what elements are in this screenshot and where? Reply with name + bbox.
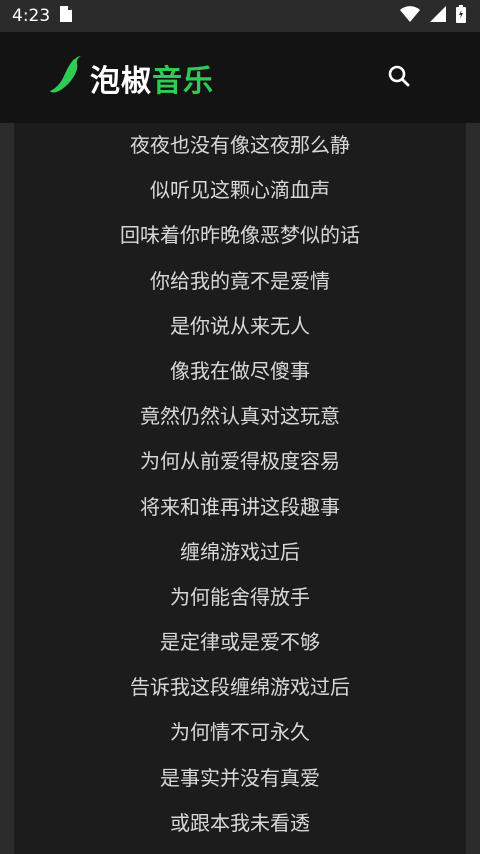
lyric-line: 为何能舍得放手 xyxy=(170,584,310,609)
lyrics-list: 夜夜也没有像这夜那么静 似听见这颗心滴血声回味着你昨晚像恶梦似的话 你给我的竟不是爱… xyxy=(14,123,466,854)
search-button[interactable] xyxy=(382,61,416,95)
signal-icon xyxy=(430,6,446,26)
battery-icon xyxy=(456,5,466,27)
lyric-line: 缠绵游戏过后 xyxy=(180,539,300,564)
brand-name-part1: 泡椒 xyxy=(90,63,152,99)
lyric-line: 竟然仍然认真对这玩意 xyxy=(140,404,340,429)
content-area: 夜夜也没有像这夜那么静 似听见这颗心滴血声回味着你昨晚像恶梦似的话 你给我的竟不是爱… xyxy=(0,123,480,854)
lyrics-panel[interactable]: 夜夜也没有像这夜那么静 似听见这颗心滴血声回味着你昨晚像恶梦似的话 你给我的竟不是爱… xyxy=(14,123,466,854)
lyric-line: 或跟本我未看透 xyxy=(170,810,310,835)
lyric-line: 你给我的竟不是爱情 xyxy=(150,268,330,293)
app-bar: 泡椒音乐 xyxy=(0,32,480,123)
chili-pepper-icon xyxy=(48,55,84,101)
lyric-line: 夜夜也没有像这夜那么静 xyxy=(130,133,350,157)
lyric-line: 为何情不可永久 xyxy=(170,720,310,745)
brand-logo[interactable]: 泡椒音乐 xyxy=(48,55,214,101)
wifi-icon xyxy=(400,6,420,26)
lyric-line: 将来和谁再讲这段趣事 xyxy=(140,494,340,519)
lyric-line: 是你说从来无人 xyxy=(170,313,310,338)
status-right xyxy=(400,5,466,27)
lyric-line: 是定律或是爱不够 xyxy=(160,630,320,655)
lyric-line: 何详得从前持久 xyxy=(14,846,466,854)
search-icon xyxy=(387,64,411,92)
notification-icon xyxy=(60,5,73,27)
lyric-line: 回味着你昨晚像恶梦似的话 xyxy=(120,223,360,248)
lyric-line: 似听见这颗心滴血声 xyxy=(150,178,330,203)
lyric-line: 告诉我这段缠绵游戏过后 xyxy=(130,675,350,700)
lyric-line: 为何从前爱得极度容易 xyxy=(140,449,340,474)
lyric-line: 像我在做尽傻事 xyxy=(170,358,310,383)
brand-name-part2: 音乐 xyxy=(152,63,214,99)
brand-name: 泡椒音乐 xyxy=(90,56,214,100)
status-left: 4:23 xyxy=(12,5,73,27)
lyric-line: 是事实并没有真爱 xyxy=(160,765,320,790)
status-bar: 4:23 xyxy=(0,0,480,32)
status-time: 4:23 xyxy=(12,6,51,26)
